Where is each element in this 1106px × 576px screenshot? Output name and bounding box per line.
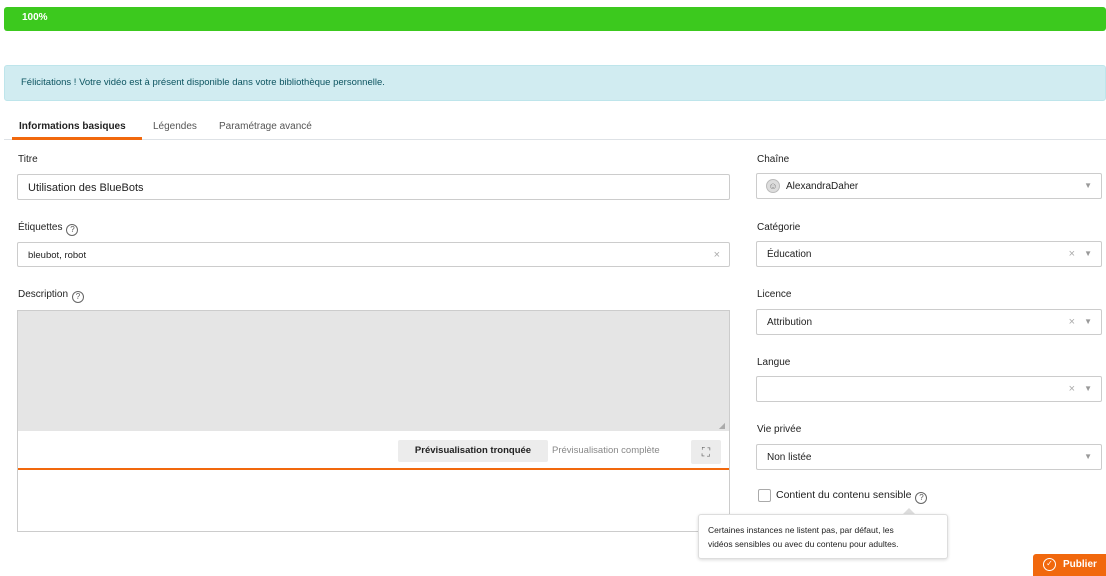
publish-label: Publier xyxy=(1063,559,1097,570)
tags-value: bleubot, robot xyxy=(28,250,87,261)
channel-label: Chaîne xyxy=(757,154,790,165)
licence-select[interactable]: Attribution × ▼ xyxy=(756,309,1102,335)
sensitive-help-icon[interactable]: ? xyxy=(915,492,928,504)
licence-chevron-down-icon: ▼ xyxy=(1084,317,1092,326)
sensitive-content-label[interactable]: Contient du contenu sensible? xyxy=(776,489,928,504)
channel-select[interactable]: ☺ AlexandraDaher ▼ xyxy=(756,173,1102,199)
description-help-icon[interactable]: ? xyxy=(72,291,85,303)
tab-informations-basiques[interactable]: Informations basiques xyxy=(19,121,126,132)
privacy-value: Non listée xyxy=(767,452,812,463)
progress-fill xyxy=(4,7,1106,31)
licence-clear-icon[interactable]: × xyxy=(1069,316,1075,328)
fullscreen-icon[interactable]: ⛶ xyxy=(691,440,721,464)
title-value: Utilisation des BlueBots xyxy=(28,182,144,194)
title-input[interactable]: Utilisation des BlueBots xyxy=(17,174,730,200)
tags-label: Étiquettes? xyxy=(18,222,79,236)
category-select[interactable]: Éducation × ▼ xyxy=(756,241,1102,267)
category-chevron-down-icon: ▼ xyxy=(1084,249,1092,258)
preview-toolbar: Prévisualisation tronquée Prévisualisati… xyxy=(18,432,729,470)
description-editor: ◢ Prévisualisation tronquée Prévisualisa… xyxy=(17,310,730,532)
tags-help-icon[interactable]: ? xyxy=(66,224,79,236)
tooltip-line-2: vidéos sensibles ou avec du contenu pour… xyxy=(708,539,899,549)
progress-label: 100% xyxy=(22,12,48,23)
sensitive-content-text: Contient du contenu sensible xyxy=(776,489,912,501)
tab-legendes[interactable]: Légendes xyxy=(153,121,197,132)
full-preview-button[interactable]: Prévisualisation complète xyxy=(552,440,660,462)
privacy-chevron-down-icon: ▼ xyxy=(1084,452,1092,461)
tab-bar: Informations basiques Légendes Paramétra… xyxy=(4,118,1106,140)
resize-grip-icon[interactable]: ◢ xyxy=(719,421,725,430)
channel-avatar-icon: ☺ xyxy=(766,179,780,193)
truncated-preview-button[interactable]: Prévisualisation tronquée xyxy=(398,440,548,462)
success-alert: Félicitations ! Votre vidéo est à présen… xyxy=(4,65,1106,101)
language-clear-icon[interactable]: × xyxy=(1069,383,1075,395)
alert-message: Félicitations ! Votre vidéo est à présen… xyxy=(21,77,385,88)
description-label: Description? xyxy=(18,289,85,303)
publish-button[interactable]: ✓ Publier xyxy=(1033,554,1106,576)
upload-progress-bar: 100% xyxy=(4,7,1106,31)
category-value: Éducation xyxy=(767,249,812,260)
language-chevron-down-icon: ▼ xyxy=(1084,384,1092,393)
sensitive-content-checkbox[interactable] xyxy=(758,489,771,502)
sensitive-tooltip: Certaines instances ne listent pas, par … xyxy=(698,514,948,559)
description-textarea[interactable] xyxy=(18,311,729,431)
tab-parametrage-avance[interactable]: Paramétrage avancé xyxy=(219,121,312,132)
privacy-select[interactable]: Non listée ▼ xyxy=(756,444,1102,470)
licence-label: Licence xyxy=(757,289,792,300)
active-tab-indicator xyxy=(12,137,142,140)
title-label: Titre xyxy=(18,154,38,165)
tags-input[interactable]: bleubot, robot × xyxy=(17,242,730,267)
tags-clear-icon[interactable]: × xyxy=(714,249,720,261)
category-clear-icon[interactable]: × xyxy=(1069,248,1075,260)
privacy-label: Vie privée xyxy=(757,424,802,435)
licence-value: Attribution xyxy=(767,317,813,328)
category-label: Catégorie xyxy=(757,222,801,233)
check-circle-icon: ✓ xyxy=(1043,558,1056,571)
tags-label-text: Étiquettes xyxy=(18,222,63,233)
description-label-text: Description xyxy=(18,289,69,300)
tooltip-line-1: Certaines instances ne listent pas, par … xyxy=(708,525,894,535)
language-label: Langue xyxy=(757,357,791,368)
language-select[interactable]: × ▼ xyxy=(756,376,1102,402)
channel-value: AlexandraDaher xyxy=(786,181,859,192)
channel-chevron-down-icon: ▼ xyxy=(1084,181,1092,190)
